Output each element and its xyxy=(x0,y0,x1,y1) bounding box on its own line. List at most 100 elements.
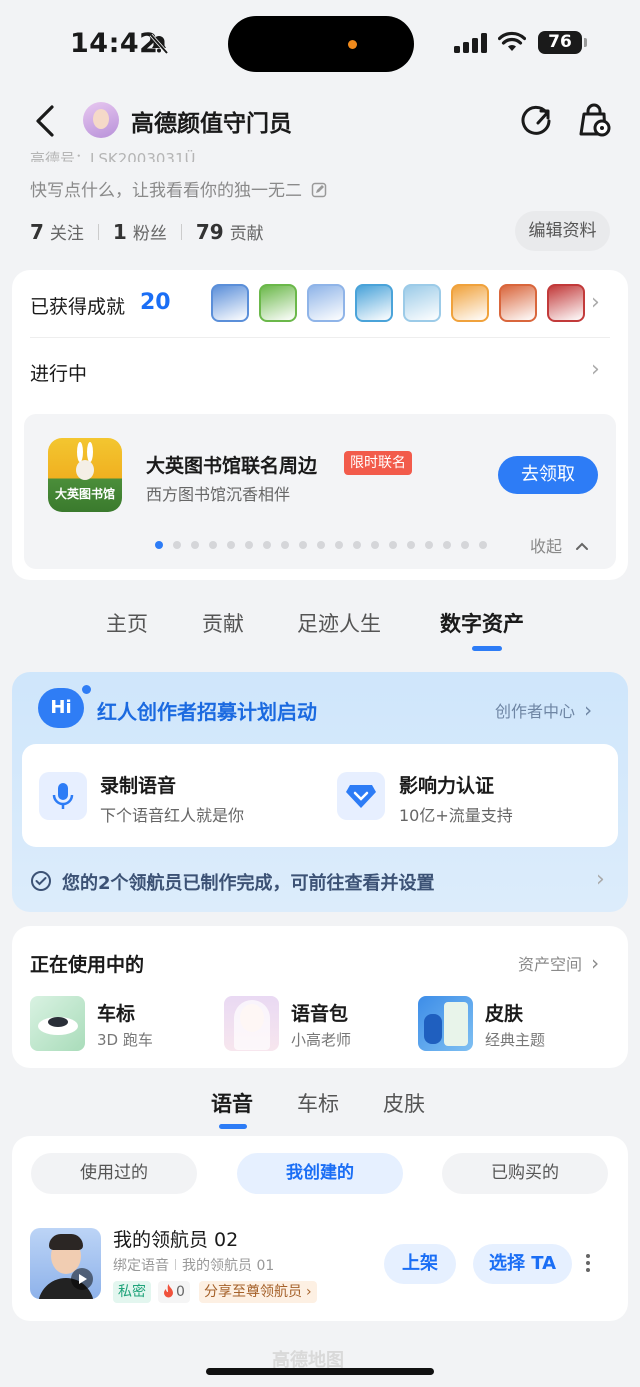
user-avatar[interactable] xyxy=(83,102,119,138)
tab-contribution[interactable]: 贡献 xyxy=(202,608,244,638)
share-tag[interactable]: 分享至尊领航员 › xyxy=(199,1281,317,1303)
rabbit-illustration xyxy=(76,442,94,480)
private-tag: 私密 xyxy=(113,1281,151,1303)
more-options-icon[interactable] xyxy=(586,1254,590,1275)
achievement-badge-icon[interactable] xyxy=(403,284,441,322)
voice-pack-title: 语音包 xyxy=(291,1003,349,1025)
skin-title: 皮肤 xyxy=(485,1003,524,1025)
bell-muted-icon xyxy=(149,33,169,55)
profile-bio[interactable]: 快写点什么，让我看看你的独一无二 xyxy=(30,176,327,201)
collapse-button[interactable]: 收起 xyxy=(530,533,589,557)
carousel-dot[interactable] xyxy=(407,541,415,549)
chevron-right-icon[interactable]: › xyxy=(596,867,605,892)
in-progress-label[interactable]: 进行中 xyxy=(30,359,87,386)
achievement-label[interactable]: 已获得成就 xyxy=(30,292,125,319)
status-time: 14:42 xyxy=(70,28,159,59)
list-button[interactable]: 上架 xyxy=(384,1244,456,1284)
carousel-dot[interactable] xyxy=(209,541,217,549)
collapse-label: 收起 xyxy=(530,537,563,556)
carousel-dot[interactable] xyxy=(299,541,307,549)
skin-subtitle: 经典主题 xyxy=(485,1031,546,1049)
limited-tag: 限时联名 xyxy=(344,451,412,475)
carousel-dot[interactable] xyxy=(425,541,433,549)
dynamic-island xyxy=(228,16,414,72)
carousel-dot[interactable] xyxy=(191,541,199,549)
recording-indicator xyxy=(348,40,357,49)
carousel-dot[interactable] xyxy=(335,541,343,549)
subtab-voice[interactable]: 语音 xyxy=(211,1088,253,1118)
subtab-car-marker[interactable]: 车标 xyxy=(297,1088,339,1118)
carousel-dots[interactable] xyxy=(155,541,497,549)
carousel-dot[interactable] xyxy=(461,541,469,549)
carousel-dot[interactable] xyxy=(281,541,289,549)
chevron-right-icon[interactable]: › xyxy=(591,357,600,382)
carousel-dot[interactable] xyxy=(317,541,325,549)
skin-thumbnail[interactable] xyxy=(418,996,473,1051)
carousel-dot[interactable] xyxy=(443,541,451,549)
carousel-dot[interactable] xyxy=(173,541,181,549)
profile-stats: 7 关注 1 粉丝 79 贡献 xyxy=(30,219,264,244)
navigator-binding: 绑定语音 我的领航员 01 xyxy=(113,1255,274,1275)
filter-used[interactable]: 使用过的 xyxy=(31,1153,197,1194)
microphone-icon[interactable] xyxy=(39,772,87,820)
carousel-dot[interactable] xyxy=(353,541,361,549)
achievement-badge-icon[interactable] xyxy=(499,284,537,322)
claim-button[interactable]: 去领取 xyxy=(498,456,598,494)
navigator-avatar[interactable] xyxy=(30,1228,101,1299)
subtab-skin[interactable]: 皮肤 xyxy=(383,1088,425,1118)
carousel-dot[interactable] xyxy=(263,541,271,549)
chevron-right-icon: › xyxy=(591,951,600,975)
achievement-badge-icon[interactable] xyxy=(211,284,249,322)
hi-badge-icon: Hi xyxy=(38,685,91,728)
tab-active-indicator xyxy=(472,646,502,651)
page-title: 高德颜值守门员 xyxy=(131,111,292,137)
diamond-icon[interactable] xyxy=(337,772,385,820)
car-marker-subtitle: 3D 跑车 xyxy=(97,1031,153,1049)
divider xyxy=(30,337,610,338)
chevron-right-icon: › xyxy=(584,698,593,722)
stat-contributions[interactable]: 79 贡献 xyxy=(196,219,264,244)
filter-purchased[interactable]: 已购买的 xyxy=(442,1153,608,1194)
achievement-badge-icon[interactable] xyxy=(547,284,585,322)
carousel-dot[interactable] xyxy=(155,541,163,549)
back-arrow-icon[interactable] xyxy=(34,104,56,138)
chevron-up-icon xyxy=(576,542,589,550)
share-tag-label: 分享至尊领航员 xyxy=(204,1284,302,1300)
feature-influence-title[interactable]: 影响力认证 xyxy=(399,771,494,798)
carousel-dot[interactable] xyxy=(479,541,487,549)
feature-record-title[interactable]: 录制语音 xyxy=(100,771,176,798)
achievement-badge-icon[interactable] xyxy=(451,284,489,322)
select-navigator-button[interactable]: 选择 TA xyxy=(473,1244,572,1284)
creator-center-link[interactable]: 创作者中心 › xyxy=(495,698,592,722)
car-marker-thumbnail[interactable] xyxy=(30,996,85,1051)
tab-footprint[interactable]: 足迹人生 xyxy=(297,608,381,638)
filter-created[interactable]: 我创建的 xyxy=(237,1153,403,1194)
navigator-ready-notice[interactable]: 您的2个领航员已制作完成，可前往查看并设置 xyxy=(62,869,435,895)
bio-text: 快写点什么，让我看看你的独一无二 xyxy=(30,181,302,201)
stat-following[interactable]: 7 关注 xyxy=(30,219,84,244)
voice-pack-thumbnail[interactable] xyxy=(224,996,279,1051)
edit-pencil-icon[interactable] xyxy=(311,182,327,198)
carousel-dot[interactable] xyxy=(389,541,397,549)
achievement-count: 20 xyxy=(140,290,171,315)
bag-settings-icon[interactable] xyxy=(576,102,612,138)
stat-followers[interactable]: 1 粉丝 xyxy=(113,219,167,244)
chevron-right-icon[interactable]: › xyxy=(591,290,600,315)
tab-home[interactable]: 主页 xyxy=(106,608,148,638)
share-icon[interactable] xyxy=(520,102,554,138)
subtab-active-indicator xyxy=(219,1124,247,1129)
achievement-badge-icon[interactable] xyxy=(355,284,393,322)
carousel-dot[interactable] xyxy=(371,541,379,549)
chevron-right-icon: › xyxy=(306,1284,312,1300)
edit-profile-button[interactable]: 编辑资料 xyxy=(515,211,610,251)
carousel-dot[interactable] xyxy=(227,541,235,549)
flame-icon xyxy=(164,1284,173,1298)
battery-indicator: 76 xyxy=(538,31,587,54)
tab-digital-assets[interactable]: 数字资产 xyxy=(440,608,524,638)
achievement-badge-icon[interactable] xyxy=(307,284,345,322)
carousel-dot[interactable] xyxy=(245,541,253,549)
achievement-badge-icon[interactable] xyxy=(259,284,297,322)
asset-space-link[interactable]: 资产空间 › xyxy=(518,951,599,975)
car-marker-title: 车标 xyxy=(97,1003,136,1025)
play-icon[interactable] xyxy=(71,1268,93,1290)
